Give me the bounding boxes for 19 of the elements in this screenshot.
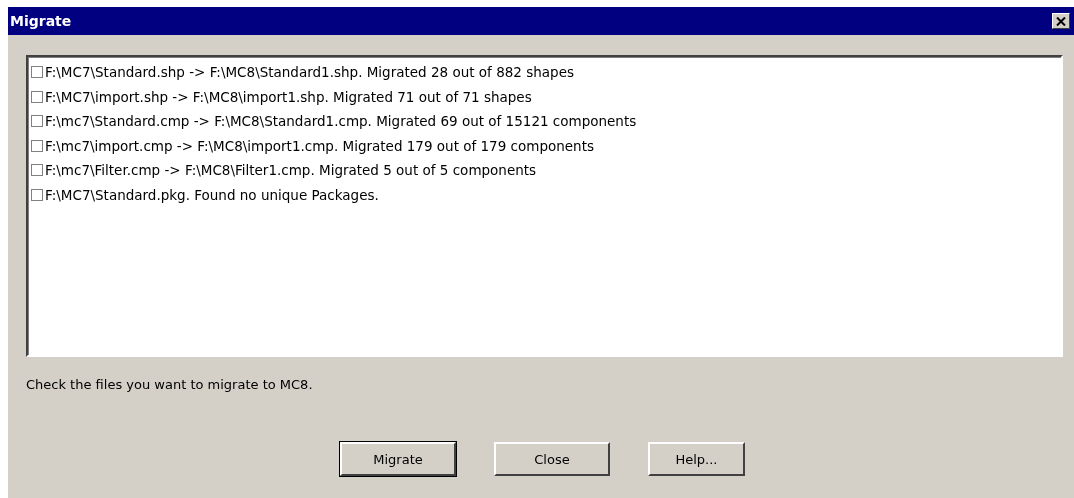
file-item[interactable]: F:\MC7\Standard.shp -> F:\MC8\Standard1.shp. Migrated 28 out of 882 shapes bbox=[45, 64, 574, 81]
dialog-button[interactable]: Help... bbox=[648, 442, 745, 476]
window-title: Migrate bbox=[10, 13, 72, 29]
checkbox[interactable] bbox=[31, 139, 43, 152]
file-item[interactable]: F:\mc7\Filter.cmp -> F:\MC8\Filter1.cmp. Migrated 5 out of 5 components bbox=[45, 162, 537, 179]
dialog-button[interactable]: Close bbox=[494, 442, 610, 476]
file-item[interactable]: F:\MC7\Standard.pkg. Found no unique Packages. bbox=[45, 186, 379, 203]
file-item[interactable]: F:\mc7\import.cmp -> F:\MC8\import1.cmp. Migrated 179 out of 179 components bbox=[45, 137, 594, 154]
instruction-text: Check the files you want to migrate to MC8. bbox=[26, 377, 314, 392]
dialog-button[interactable]: Migrate bbox=[340, 442, 456, 476]
checkbox[interactable] bbox=[31, 188, 43, 201]
file-item[interactable]: F:\mc7\Standard.cmp -> F:\MC8\Standard1.cmp. Migrated 69 out of 15121 components bbox=[45, 113, 637, 130]
file-item[interactable]: F:\MC7\import.shp -> F:\MC8\import1.shp. Migrated 71 out of 71 shapes bbox=[45, 88, 532, 105]
checkbox[interactable] bbox=[31, 164, 43, 177]
close-button[interactable] bbox=[1052, 13, 1070, 29]
checkbox[interactable] bbox=[31, 66, 43, 79]
checkbox[interactable] bbox=[31, 90, 43, 103]
checkbox[interactable] bbox=[31, 115, 43, 128]
close-icon bbox=[1056, 16, 1066, 26]
